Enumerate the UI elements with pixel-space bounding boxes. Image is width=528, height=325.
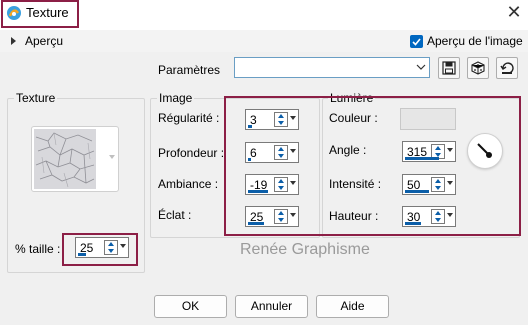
regularity-label: Régularité : [158,111,220,125]
ambiance-label: Ambiance : [158,177,219,191]
depth-label: Profondeur : [158,146,225,160]
texture-dropdown-arrow [109,155,115,159]
chevron-down-icon [416,64,426,70]
presets-dropdown[interactable] [234,57,430,78]
dice-icon [471,61,485,75]
help-button[interactable]: Aide [316,295,389,318]
size-highlight-frame [62,233,138,266]
image-preview-checkbox[interactable] [410,35,423,48]
watermark-text: Renée Graphisme [240,241,370,258]
image-group-label: Image [157,91,195,105]
title-highlight-frame [1,0,79,28]
brilliance-label: Éclat : [158,208,192,222]
presets-label: Paramètres [158,63,221,77]
expand-triangle-icon[interactable] [11,37,16,45]
checkmark-icon [412,38,421,46]
texture-group-label: Texture [14,91,58,105]
reset-arrow-icon [500,62,514,74]
save-preset-button[interactable] [438,57,460,79]
texture-thumbnail [34,129,96,189]
settings-highlight-frame [224,96,521,236]
reset-button[interactable] [496,57,518,79]
texture-selector[interactable] [31,126,119,192]
preview-toggle-label[interactable]: Aperçu [25,34,63,48]
floppy-disk-icon [442,61,456,75]
close-button[interactable]: ✕ [505,2,523,22]
cancel-button[interactable]: Annuler [235,295,308,318]
randomize-button[interactable] [467,57,489,79]
ok-button[interactable]: OK [154,295,227,318]
image-preview-label[interactable]: Aperçu de l'image [427,34,523,48]
size-percent-label: % taille : [15,242,61,256]
title-bar [0,0,528,30]
